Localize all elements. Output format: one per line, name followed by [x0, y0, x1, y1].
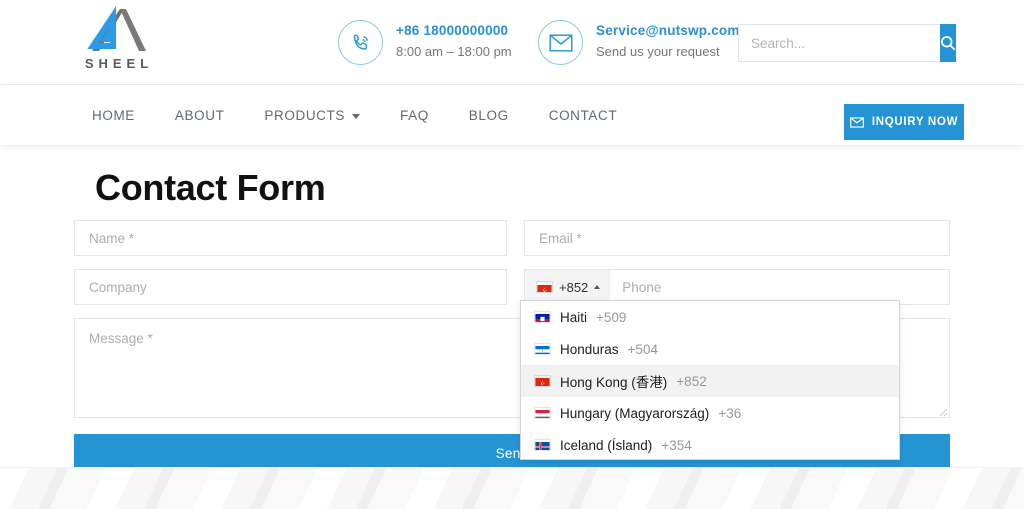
nav-label: ABOUT	[174, 107, 225, 123]
country-code-selector[interactable]: +852	[525, 270, 611, 304]
country-name: Hungary (Magyarország)	[560, 405, 710, 421]
hong-kong-flag	[536, 281, 553, 293]
header-email-tagline: Send us your request	[596, 44, 720, 59]
top-header-bar: SHEEL +86 18000000000 8:00 am – 18:00 pm…	[0, 0, 1024, 85]
country-name: Haiti	[560, 309, 588, 325]
nav-item-contact[interactable]: CONTACT	[529, 85, 637, 145]
nav-label: PRODUCTS	[264, 107, 345, 123]
logo-triangle-icon	[87, 6, 146, 51]
header-email-address[interactable]: Service@nutswp.com	[596, 21, 740, 40]
hong-kong-flag	[534, 375, 551, 387]
search-icon	[941, 36, 956, 51]
country-option-hong-kong[interactable]: Hong Kong (香港) +852	[521, 365, 899, 397]
country-dial-code: +354	[661, 437, 692, 453]
country-option-iceland[interactable]: Iceland (Ísland) +354	[521, 429, 899, 459]
iceland-flag	[534, 439, 551, 451]
honduras-flag	[534, 343, 551, 355]
nav-item-products[interactable]: PRODUCTS	[244, 85, 380, 145]
chevron-down-icon	[351, 113, 360, 119]
caret-up-icon	[594, 285, 601, 289]
footer-diagonal-pattern	[0, 467, 1024, 509]
phone-input[interactable]	[610, 270, 949, 304]
inquiry-now-label: INQUIRY NOW	[871, 116, 959, 128]
envelope-icon	[538, 20, 583, 65]
company-input[interactable]	[74, 269, 507, 305]
nav-item-faq[interactable]: FAQ	[380, 85, 449, 145]
country-dial-code: +36	[718, 405, 742, 421]
nav-label: CONTACT	[548, 107, 618, 123]
email-input[interactable]	[524, 220, 950, 256]
site-logo[interactable]: SHEEL	[80, 6, 160, 78]
country-name: Honduras	[560, 341, 619, 357]
country-name: Iceland (Ísland)	[560, 437, 653, 453]
country-option-haiti[interactable]: Haiti +509	[521, 301, 899, 333]
country-dial-code: +852	[676, 373, 707, 389]
nav-item-home[interactable]: HOME	[72, 85, 155, 145]
header-phone-hours: 8:00 am – 18:00 pm	[396, 44, 512, 59]
country-option-hungary[interactable]: Hungary (Magyarország) +36	[521, 397, 899, 429]
name-input[interactable]	[74, 220, 507, 256]
selected-dial-code: +852	[559, 279, 589, 295]
country-name: Hong Kong (香港)	[560, 375, 668, 390]
nav-item-about[interactable]: ABOUT	[155, 85, 245, 145]
logo-wordmark: SHEEL	[84, 56, 154, 71]
country-code-dropdown[interactable]: Haiti +509 Honduras +504 Hong Kong (香港) …	[520, 300, 900, 460]
search-button[interactable]	[940, 24, 956, 62]
country-option-honduras[interactable]: Honduras +504	[521, 333, 899, 365]
search-input[interactable]	[738, 24, 940, 62]
nav-items: HOME ABOUT PRODUCTS FAQ BLOG CONTACT	[72, 85, 637, 145]
hungary-flag	[534, 407, 551, 419]
nav-label: FAQ	[399, 107, 429, 123]
nav-item-blog[interactable]: BLOG	[449, 85, 529, 145]
header-search	[738, 24, 956, 62]
country-dial-code: +509	[596, 309, 627, 325]
envelope-icon	[849, 116, 864, 128]
inquiry-now-button[interactable]: INQUIRY NOW	[844, 104, 964, 140]
nav-label: BLOG	[468, 107, 509, 123]
page-title: Contact Form	[95, 167, 326, 208]
country-dial-code: +504	[627, 341, 658, 357]
nav-label: HOME	[92, 107, 135, 123]
header-phone-number[interactable]: +86 18000000000	[396, 21, 512, 40]
haiti-flag	[534, 311, 551, 323]
phone-ring-icon	[338, 20, 383, 65]
